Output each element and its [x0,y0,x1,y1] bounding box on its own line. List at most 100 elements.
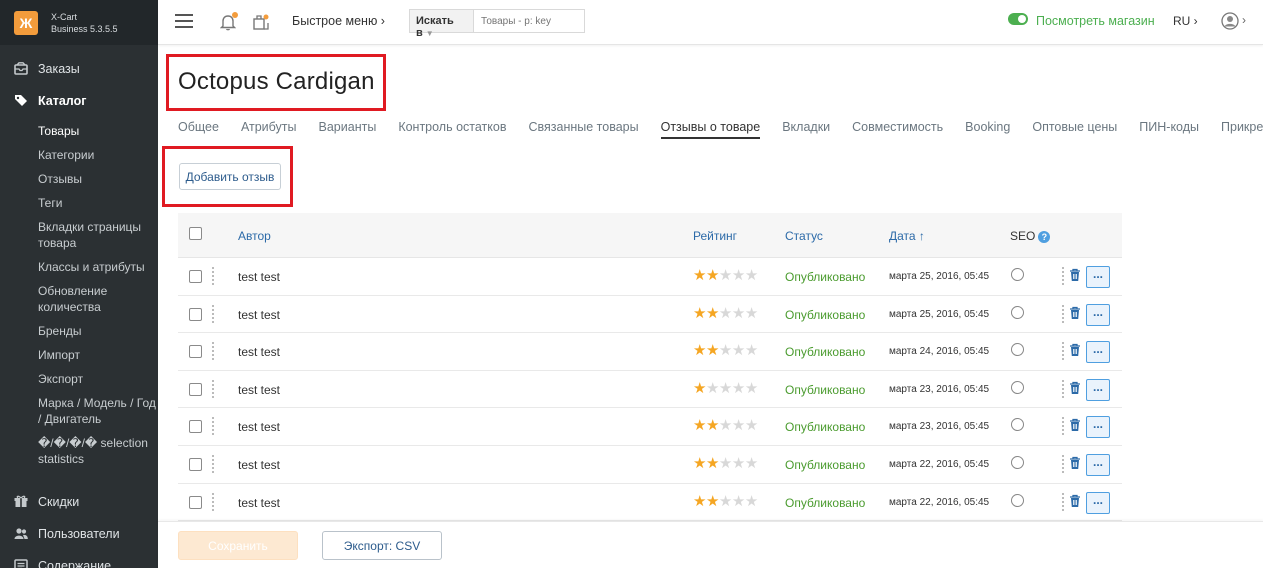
drag-handle-icon[interactable] [212,417,214,436]
sidebar-sub-products[interactable]: Товары [0,123,158,139]
drag-handle-icon[interactable] [1062,267,1064,285]
seo-radio[interactable] [1011,418,1024,432]
more-actions-button[interactable]: ... [1086,453,1110,476]
tab-attachments[interactable]: Прикрепляемы [1221,120,1263,139]
trash-icon[interactable] [1069,381,1081,395]
review-status[interactable]: Опубликовано [785,270,865,284]
sidebar-sub-classes-attributes[interactable]: Классы и атрибуты [0,259,158,275]
more-actions-button[interactable]: ... [1086,378,1110,401]
row-checkbox[interactable] [189,307,202,321]
seo-radio[interactable] [1011,305,1024,319]
seo-radio[interactable] [1011,455,1024,469]
view-store-link[interactable]: Посмотреть магазин [1036,14,1155,28]
row-checkbox[interactable] [189,457,202,471]
trash-icon[interactable] [1069,494,1081,508]
sidebar-sub-import[interactable]: Импорт [0,347,158,363]
sidebar-sub-selection-statistics[interactable]: �/�/�/� selection statistics [0,435,158,467]
tab-related-products[interactable]: Связанные товары [528,120,638,139]
seo-radio[interactable] [1011,268,1024,281]
trash-icon[interactable] [1069,418,1081,432]
brand[interactable]: Ж X-Cart Business 5.3.5.5 [0,0,158,45]
marketplace-icon[interactable] [252,13,270,31]
sidebar-sub-make-model[interactable]: Марка / Модель / Год / Двигатель [0,395,158,427]
seo-radio[interactable] [1011,493,1024,507]
row-checkbox[interactable] [189,270,202,283]
add-review-button[interactable]: Добавить отзыв [179,163,281,190]
tab-pin-codes[interactable]: ПИН-коды [1139,120,1199,139]
sidebar-item-catalog[interactable]: Каталог [0,91,158,111]
column-date[interactable]: Дата ↑ [889,229,925,243]
tab-attributes[interactable]: Атрибуты [241,120,297,139]
more-actions-button[interactable]: ... [1086,491,1110,514]
tab-general[interactable]: Общее [178,120,219,139]
tab-booking[interactable]: Booking [965,120,1010,139]
drag-handle-icon[interactable] [212,454,214,473]
user-menu-caret[interactable]: › [1242,13,1246,27]
review-author[interactable]: test test [238,383,280,397]
export-csv-button[interactable]: Экспорт: CSV [322,531,442,560]
drag-handle-icon[interactable] [212,342,214,361]
sidebar-item-content[interactable]: Содержание [0,556,158,568]
sidebar-sub-categories[interactable]: Категории [0,147,158,163]
review-status[interactable]: Опубликовано [785,496,865,510]
tab-inventory[interactable]: Контроль остатков [398,120,506,139]
tab-tabs[interactable]: Вкладки [782,120,830,139]
drag-handle-icon[interactable] [1062,417,1064,436]
search-input[interactable] [474,10,584,32]
drag-handle-icon[interactable] [1062,454,1064,473]
review-author[interactable]: test test [238,270,280,284]
tab-product-reviews[interactable]: Отзывы о товаре [660,120,761,139]
review-author[interactable]: test test [238,458,280,472]
trash-icon[interactable] [1069,306,1081,320]
sidebar-sub-reviews[interactable]: Отзывы [0,171,158,187]
row-checkbox[interactable] [189,495,202,509]
sidebar-item-users[interactable]: Пользователи [0,524,158,544]
review-status[interactable]: Опубликовано [785,345,865,359]
help-icon[interactable]: ? [1038,231,1051,243]
more-actions-button[interactable]: ... [1086,416,1110,439]
drag-handle-icon[interactable] [1062,342,1064,361]
select-all-checkbox[interactable] [189,227,202,240]
drag-handle-icon[interactable] [1062,304,1064,323]
trash-icon[interactable] [1069,268,1081,282]
sidebar-item-orders[interactable]: Заказы [0,59,158,79]
search-scope-select[interactable]: Искать в ▼ [410,10,474,39]
language-selector[interactable]: RU › [1173,14,1198,28]
review-status[interactable]: Опубликовано [785,383,865,397]
row-checkbox[interactable] [189,382,202,396]
bell-icon[interactable] [219,12,238,31]
sidebar-item-discounts[interactable]: Скидки [0,492,158,512]
tab-compatibility[interactable]: Совместимость [852,120,943,139]
drag-handle-icon[interactable] [212,379,214,398]
storefront-toggle[interactable] [1008,13,1028,25]
hamburger-menu-icon[interactable] [175,14,193,28]
column-rating[interactable]: Рейтинг [693,229,737,243]
drag-handle-icon[interactable] [1062,379,1064,398]
tab-variants[interactable]: Варианты [319,120,377,139]
review-status[interactable]: Опубликовано [785,308,865,322]
seo-radio[interactable] [1011,380,1024,394]
drag-handle-icon[interactable] [212,304,214,323]
more-actions-button[interactable]: ... [1086,341,1110,364]
quick-menu-button[interactable]: Быстрое меню › [292,14,385,28]
review-author[interactable]: test test [238,308,280,322]
review-author[interactable]: test test [238,496,280,510]
drag-handle-icon[interactable] [212,492,214,511]
row-checkbox[interactable] [189,345,202,359]
save-button[interactable]: Сохранить [178,531,298,560]
user-avatar-icon[interactable] [1221,12,1239,30]
seo-radio[interactable] [1011,343,1024,357]
sidebar-sub-product-tabs[interactable]: Вкладки страницы товара [0,219,158,251]
more-actions-button[interactable]: ... [1086,266,1110,288]
column-status[interactable]: Статус [785,229,823,243]
column-author[interactable]: Автор [238,229,271,243]
row-checkbox[interactable] [189,420,202,434]
trash-icon[interactable] [1069,456,1081,470]
trash-icon[interactable] [1069,343,1081,357]
drag-handle-icon[interactable] [212,267,214,285]
sidebar-sub-tags[interactable]: Теги [0,195,158,211]
sidebar-sub-update-quantity[interactable]: Обновление количества [0,283,158,315]
sidebar-sub-brands[interactable]: Бренды [0,323,158,339]
more-actions-button[interactable]: ... [1086,303,1110,326]
review-status[interactable]: Опубликовано [785,420,865,434]
